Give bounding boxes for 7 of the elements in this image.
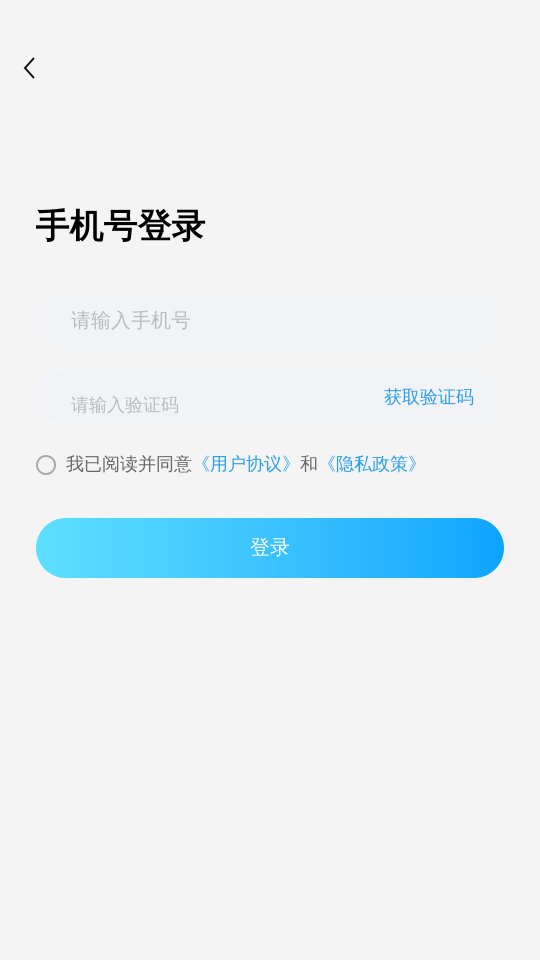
login-button[interactable]: 登录 xyxy=(36,518,504,578)
page-title: 手机号登录 xyxy=(36,209,206,243)
agree-checkbox[interactable] xyxy=(36,454,56,474)
agreement-text: 我已阅读并同意《用户协议》和《隐私政策》 xyxy=(66,453,426,476)
agreement-link[interactable]: 《用户协议》 xyxy=(192,454,300,474)
agreement-link[interactable]: 《隐私政策》 xyxy=(318,454,426,474)
get-code-button[interactable]: 获取验证码 xyxy=(384,384,474,411)
